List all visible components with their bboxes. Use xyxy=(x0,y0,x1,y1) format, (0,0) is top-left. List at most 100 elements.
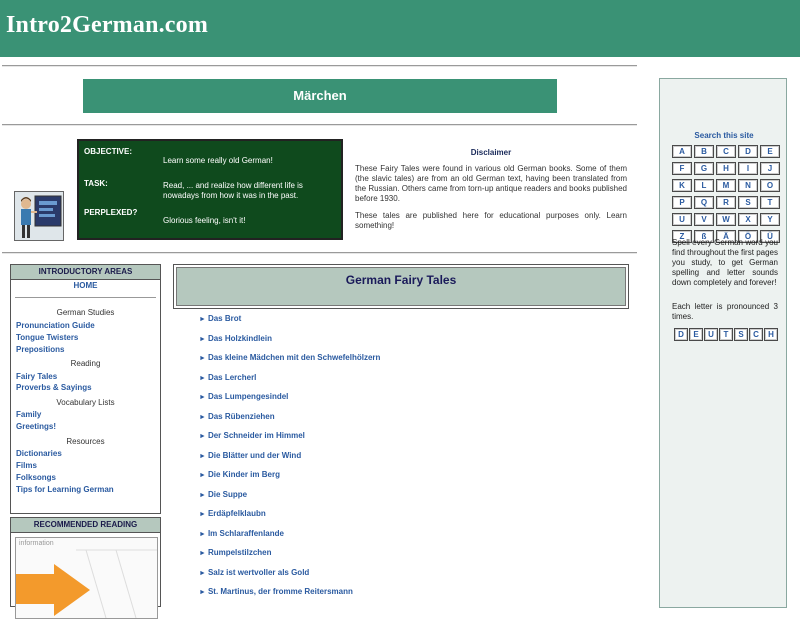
letter-button[interactable]: C xyxy=(716,145,736,158)
arrow-right-icon: ► xyxy=(199,550,206,557)
nav-link-fairy-tales[interactable]: Fairy Tales xyxy=(16,372,57,381)
list-item[interactable]: ► Das Lercherl xyxy=(199,373,256,382)
letter-button[interactable]: F xyxy=(672,162,692,175)
letter-button[interactable]: Q xyxy=(694,196,714,209)
tale-link[interactable]: St. Martinus, der fromme Reitersmann xyxy=(208,587,353,596)
letter-button[interactable]: L xyxy=(694,179,714,192)
tale-link[interactable]: Die Blätter und der Wind xyxy=(208,451,301,460)
list-item[interactable]: ► Das Holzkindlein xyxy=(199,334,272,343)
letter-button[interactable]: D xyxy=(738,145,758,158)
tale-link[interactable]: Das Lercherl xyxy=(208,373,256,382)
letter-button[interactable]: K xyxy=(672,179,692,192)
list-item[interactable]: ► Erdäpfelklaubn xyxy=(199,509,266,518)
list-item[interactable]: ► Salz ist wertvoller als Gold xyxy=(199,568,309,577)
tale-link[interactable]: Die Kinder im Berg xyxy=(208,470,280,479)
spelling-tip: Spell every German word you find through… xyxy=(672,238,778,287)
nav-link-pronunciation[interactable]: Pronunciation Guide xyxy=(16,321,95,330)
list-item[interactable]: ► St. Martinus, der fromme Reitersmann xyxy=(199,587,353,596)
fairy-tales-title: German Fairy Tales xyxy=(345,273,457,287)
arrow-right-icon: ► xyxy=(199,589,206,596)
letter-button[interactable]: J xyxy=(760,162,780,175)
arrow-right-icon: ► xyxy=(199,492,206,499)
letter-button[interactable]: S xyxy=(738,196,758,209)
letter-button[interactable]: R xyxy=(716,196,736,209)
list-item[interactable]: ► Das Rübenziehen xyxy=(199,412,275,421)
list-item[interactable]: ► Die Kinder im Berg xyxy=(199,470,280,479)
disclaimer-note: These tales are published here for educa… xyxy=(355,211,627,230)
arrow-right-icon: ► xyxy=(199,511,206,518)
perplexed-text: Glorious feeling, isn't it! xyxy=(163,216,246,225)
letter-button[interactable]: Y xyxy=(760,213,780,226)
letter-button[interactable]: D xyxy=(674,328,688,341)
letter-button[interactable]: V xyxy=(694,213,714,226)
nav-link-tongue-twisters[interactable]: Tongue Twisters xyxy=(16,333,78,342)
list-item[interactable]: ► Die Suppe xyxy=(199,490,247,499)
letter-button[interactable]: X xyxy=(738,213,758,226)
list-item[interactable]: ► Im Schlaraffenlande xyxy=(199,529,284,538)
teacher-icon xyxy=(15,192,63,240)
letter-button[interactable]: U xyxy=(704,328,718,341)
list-item[interactable]: ► Rumpelstilzchen xyxy=(199,548,272,557)
letter-button[interactable]: S xyxy=(734,328,748,341)
letter-button[interactable]: I xyxy=(738,162,758,175)
sidebar-nav: INTRODUCTORY AREAS HOME German Studies P… xyxy=(10,264,161,514)
arrow-graphic-icon xyxy=(16,549,157,618)
letter-button[interactable]: C xyxy=(749,328,763,341)
letter-button[interactable]: E xyxy=(689,328,703,341)
task-text: Read, ... and realize how different life… xyxy=(163,181,303,200)
nav-link-proverbs[interactable]: Proverbs & Sayings xyxy=(16,383,92,392)
letter-button[interactable]: O xyxy=(760,179,780,192)
tale-link[interactable]: Das Holzkindlein xyxy=(208,334,272,343)
letter-button[interactable]: A xyxy=(672,145,692,158)
nav-link-dictionaries[interactable]: Dictionaries xyxy=(16,449,62,458)
letter-button[interactable]: H xyxy=(764,328,778,341)
divider xyxy=(2,252,637,254)
letter-button[interactable]: W xyxy=(716,213,736,226)
arrow-right-icon: ► xyxy=(199,453,206,460)
letter-button[interactable]: T xyxy=(760,196,780,209)
letter-button[interactable]: M xyxy=(716,179,736,192)
letter-button[interactable]: T xyxy=(719,328,733,341)
letter-button[interactable]: N xyxy=(738,179,758,192)
tale-link[interactable]: Das Brot xyxy=(208,314,241,323)
tale-link[interactable]: Das Lumpengesindel xyxy=(208,392,288,401)
letter-button[interactable]: B xyxy=(694,145,714,158)
tale-link[interactable]: Salz ist wertvoller als Gold xyxy=(208,568,309,577)
list-item[interactable]: ► Die Blätter und der Wind xyxy=(199,451,301,460)
list-item[interactable]: ► Das kleine Mädchen mit den Schwefelhölz… xyxy=(199,353,380,362)
nav-link-folksongs[interactable]: Folksongs xyxy=(16,473,56,482)
letter-grid: A B C D E F G H I J K L M N O P Q R S T … xyxy=(672,145,780,243)
nav-link-prepositions[interactable]: Prepositions xyxy=(16,345,64,354)
tale-link[interactable]: Erdäpfelklaubn xyxy=(208,509,266,518)
tale-link[interactable]: Das Rübenziehen xyxy=(208,412,275,421)
arrow-right-icon: ► xyxy=(199,414,206,421)
deutsch-letters: D E U T S C H xyxy=(674,328,778,341)
arrow-right-icon: ► xyxy=(199,375,206,382)
letter-button[interactable]: E xyxy=(760,145,780,158)
letter-button[interactable]: U xyxy=(672,213,692,226)
tale-link[interactable]: Rumpelstilzchen xyxy=(208,548,272,557)
list-item[interactable]: ► Der Schneider im Himmel xyxy=(199,431,305,440)
nav-link-family[interactable]: Family xyxy=(16,410,41,419)
tale-link[interactable]: Im Schlaraffenlande xyxy=(208,529,284,538)
letter-button[interactable]: H xyxy=(716,162,736,175)
disclaimer-text: These Fairy Tales were found in various … xyxy=(355,164,627,203)
letter-button[interactable]: P xyxy=(672,196,692,209)
avatar-illustration xyxy=(14,191,64,241)
site-title[interactable]: Intro2German.com xyxy=(6,12,208,39)
list-item[interactable]: ► Das Brot xyxy=(199,314,241,323)
recommended-header: RECOMMENDED READING xyxy=(11,518,160,533)
tale-link[interactable]: Die Suppe xyxy=(208,490,247,499)
recommended-reading: RECOMMENDED READING information xyxy=(10,517,161,619)
nav-section-vocabulary: Vocabulary Lists xyxy=(56,398,115,407)
nav-home-link[interactable]: HOME xyxy=(15,281,156,290)
nav-link-films[interactable]: Films xyxy=(16,461,37,470)
objective-text: Learn some really old German! xyxy=(163,156,273,165)
letter-button[interactable]: G xyxy=(694,162,714,175)
nav-link-tips[interactable]: Tips for Learning German xyxy=(16,485,114,494)
tale-link[interactable]: Das kleine Mädchen mit den Schwefelhölze… xyxy=(208,353,381,362)
nav-link-greetings[interactable]: Greetings! xyxy=(16,422,56,431)
tale-link[interactable]: Der Schneider im Himmel xyxy=(208,431,305,440)
recommended-ad[interactable]: information xyxy=(15,537,158,619)
list-item[interactable]: ► Das Lumpengesindel xyxy=(199,392,288,401)
